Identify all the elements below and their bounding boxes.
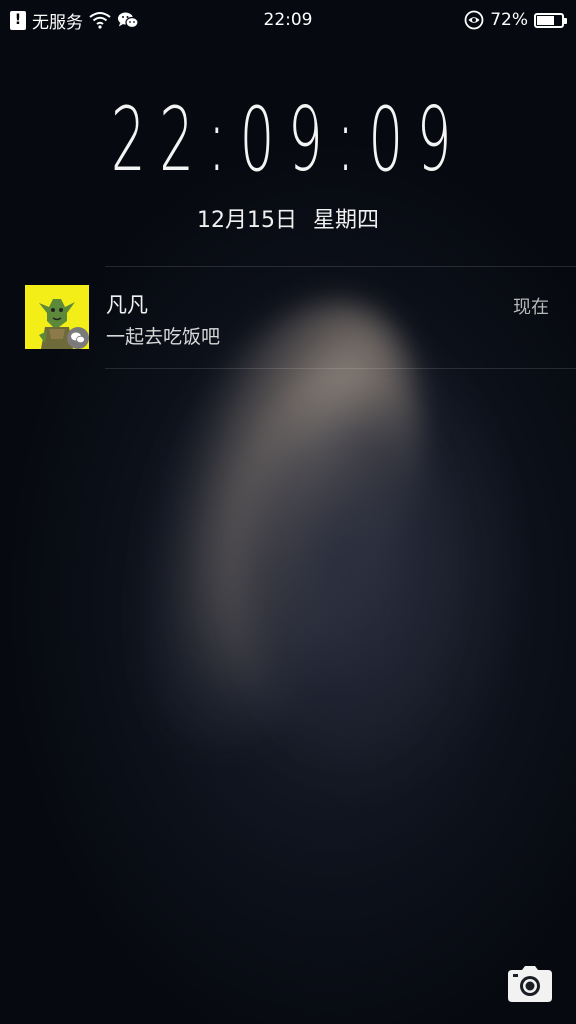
notification-message: 一起去吃饭吧: [106, 326, 221, 348]
battery-level: [537, 15, 555, 25]
status-bar-right: 72%: [464, 9, 567, 31]
wallpaper-shadow: [230, 380, 460, 760]
notification-sender: 凡凡: [106, 293, 148, 317]
lockscreen-clock: 22:09:09: [110, 88, 466, 191]
battery-icon: [534, 12, 567, 28]
battery-percent: 72%: [490, 10, 528, 30]
notification-time: 现在: [513, 297, 549, 318]
lock-screen: ! 无服务 22:09 72% 22:09:09 12月15日 星期四 凡凡 一…: [0, 0, 576, 1024]
lockscreen-date-line: 12月15日 星期四: [0, 202, 576, 234]
status-bar: ! 无服务 22:09 72%: [0, 0, 576, 40]
camera-icon[interactable]: [508, 966, 552, 1002]
notification-card[interactable]: 凡凡 一起去吃饭吧 现在: [0, 267, 576, 368]
lockscreen-date: 12月15日: [196, 208, 297, 233]
divider: [105, 368, 576, 369]
lockscreen-weekday: 星期四: [312, 208, 379, 233]
wechat-badge-icon: [67, 327, 89, 349]
avatar: [25, 285, 89, 349]
eye-protection-icon: [464, 10, 484, 30]
